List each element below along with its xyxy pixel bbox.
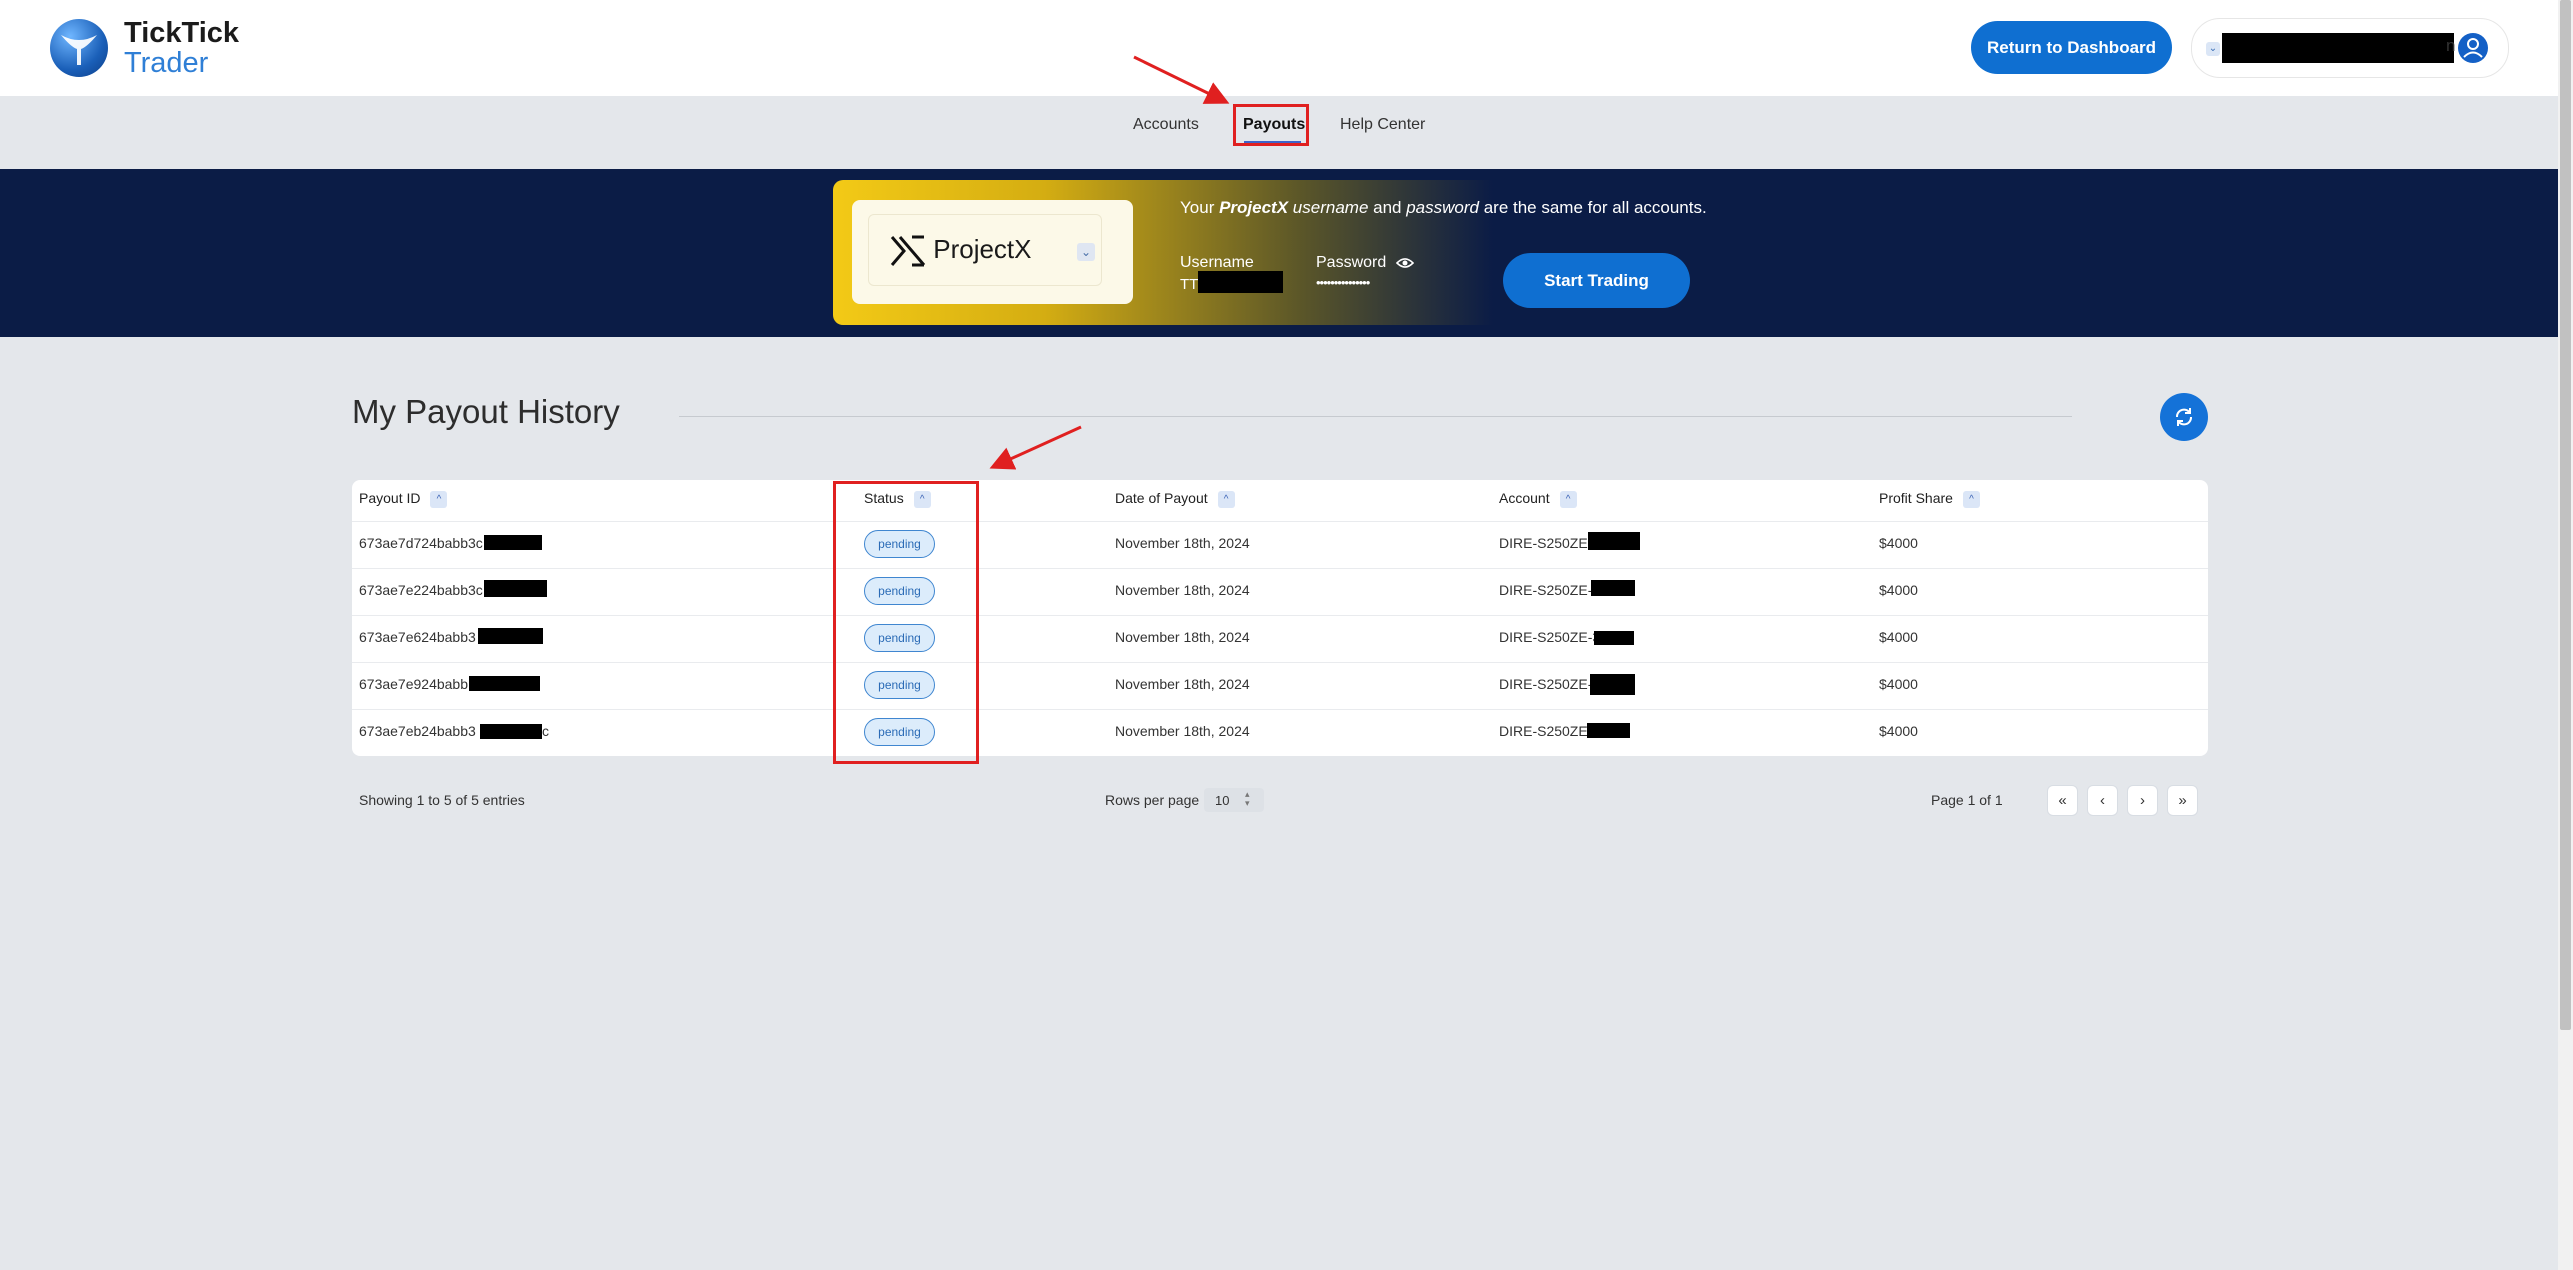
rows-per-page-value: 10 [1215,793,1230,808]
annotation-box-payouts [1233,104,1309,146]
account-id: DIRE-S250ZE- [1499,535,1593,551]
page-title: My Payout History [352,393,620,430]
last-page-button[interactable]: » [2167,785,2198,816]
redacted-text [1590,674,1635,695]
column-header-account[interactable]: Account ^ [1499,490,1577,508]
sort-icon: ^ [430,490,448,508]
chevron-down-icon[interactable]: ⌄ [1077,243,1095,261]
username-label: Username [1180,254,1254,271]
payout-date: November 18th, 2024 [1115,676,1250,692]
profit-share: $4000 [1879,629,1918,645]
sort-icon: ^ [1559,490,1577,508]
next-page-button[interactable]: › [2127,785,2158,816]
redacted-text [1594,631,1634,645]
rows-per-page-label: Rows per page [1105,792,1200,808]
payout-date: November 18th, 2024 [1115,723,1250,739]
redacted-text [1588,532,1640,550]
credentials-info: Your ProjectX username and password are … [1180,198,1707,217]
payout-id: 673ae7eb24babb3 [359,723,476,739]
column-header-date[interactable]: Date of Payout ^ [1115,490,1235,508]
redacted-text [484,580,547,597]
redacted-text [478,628,543,644]
column-header-payout-id[interactable]: Payout ID ^ [359,490,448,508]
profit-share: $4000 [1879,535,1918,551]
redacted-text [480,724,542,739]
account-id: DIRE-S250ZE- [1499,582,1593,598]
account-id: DIRE-S250ZE-3 [1499,629,1601,645]
entries-summary: Showing 1 to 5 of 5 entries [359,792,525,808]
payout-id-suffix: c [542,723,549,739]
payout-id: 673ae7e624babb3 [359,629,476,645]
payout-date: November 18th, 2024 [1115,535,1250,551]
redacted-text [469,676,540,691]
refresh-icon [2176,408,2192,426]
column-header-profit-share[interactable]: Profit Share ^ [1879,490,1980,508]
eye-icon[interactable] [1395,256,1415,275]
divider [679,416,2072,417]
payout-id: 673ae7e924babb [359,676,469,692]
redacted-text [1591,580,1635,596]
platform-name: ProjectX [933,234,1032,264]
account-id: DIRE-S250ZE- [1499,723,1593,739]
payout-date: November 18th, 2024 [1115,582,1250,598]
payout-date: November 18th, 2024 [1115,629,1250,645]
profit-share: $4000 [1879,582,1918,598]
projectx-logo: ProjectX [890,234,1032,267]
password-label: Password [1316,254,1387,271]
redacted-text [1587,723,1630,738]
redacted-text [484,535,542,550]
scrollbar-thumb[interactable] [2560,0,2571,1030]
password-value: ••••••••••••••• [1316,275,1370,290]
prev-page-button[interactable]: ‹ [2087,785,2118,816]
sort-icon: ^ [1217,490,1235,508]
first-page-button[interactable]: « [2047,785,2078,816]
account-id: DIRE-S250ZE- [1499,676,1593,692]
chevron-updown-icon: ▴ ▾ [1245,789,1250,808]
annotation-box-status [833,481,979,764]
start-trading-button[interactable]: Start Trading [1503,253,1690,308]
profit-share: $4000 [1879,676,1918,692]
profit-share: $4000 [1879,723,1918,739]
redacted-username [1198,271,1283,293]
projectx-icon [890,235,926,267]
annotation-arrow-payouts [1133,55,1230,104]
payout-id: 673ae7e224babb3c [359,582,483,598]
username-value: TT [1180,276,1199,293]
annotation-arrow-status [989,425,1082,470]
page-info: Page 1 of 1 [1931,792,2003,808]
refresh-button[interactable] [2160,393,2208,441]
sort-icon: ^ [1962,490,1980,508]
rows-per-page-select[interactable] [1204,788,1264,812]
payout-id: 673ae7d724babb3c [359,535,483,551]
